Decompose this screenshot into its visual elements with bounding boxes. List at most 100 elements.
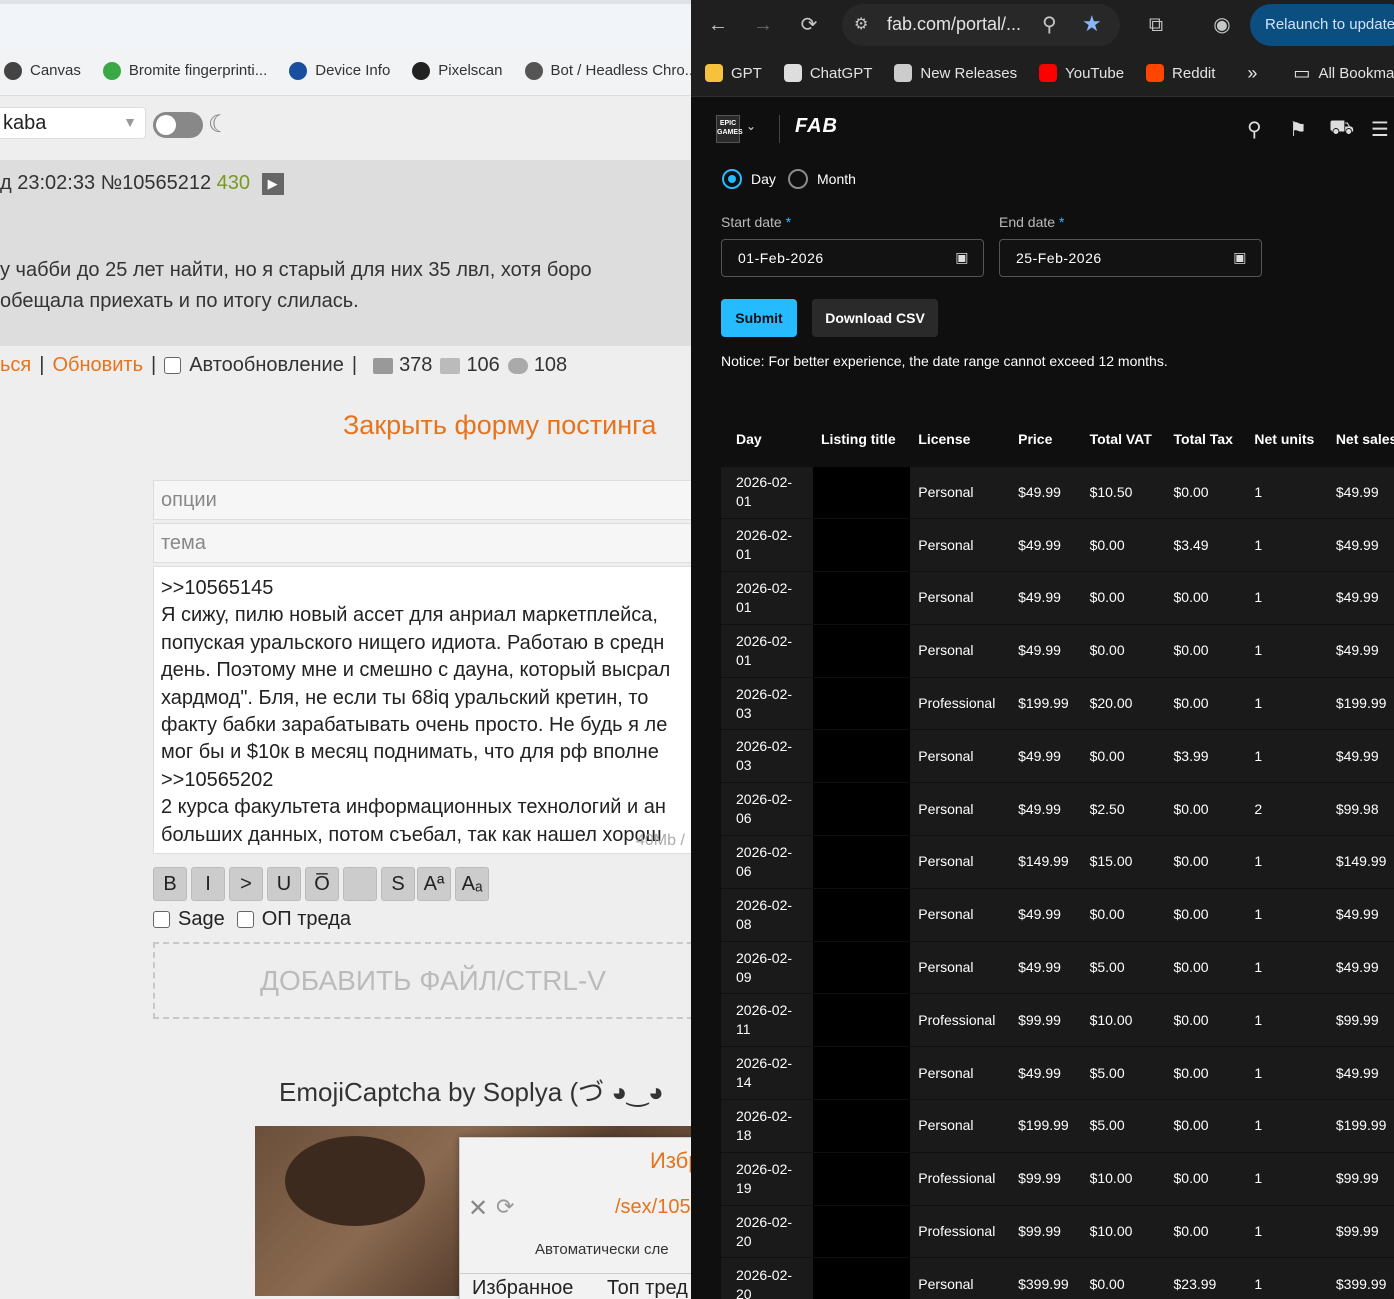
table-row[interactable]: 2026-02-06 Personal $49.99 $2.50 $0.00 2 $99.9…	[721, 782, 1394, 836]
bookmark-item[interactable]: GPT	[705, 64, 762, 82]
url-text: fab.com/portal/...	[887, 14, 1022, 34]
star-icon[interactable]: ★	[1082, 11, 1102, 37]
all-bookmarks[interactable]: ▭ All Bookma	[1293, 63, 1394, 84]
download-csv-button[interactable]: Download CSV	[812, 299, 938, 337]
chevron-down-icon[interactable]: ⌄	[746, 119, 756, 133]
calendar-icon[interactable]: ▣	[1233, 249, 1247, 266]
address-bar[interactable]: ⚙ fab.com/portal/... ⚲ ★	[842, 4, 1120, 46]
table-cell: 1	[1246, 887, 1328, 942]
format-button[interactable]: O̅	[305, 867, 339, 901]
column-header[interactable]: Total VAT	[1082, 414, 1166, 466]
forward-icon[interactable]: →	[748, 10, 778, 40]
table-row[interactable]: 2026-02-01 Personal $49.99 $10.50 $0.00 1 $49.…	[721, 465, 1394, 519]
radio-month[interactable]	[788, 169, 808, 189]
start-date-input[interactable]: 01-Feb-2026 ▣	[721, 239, 984, 277]
table-row[interactable]: 2026-02-03 Professional $199.99 $20.00 $0.00…	[721, 676, 1394, 730]
column-header[interactable]: Net sales	[1328, 414, 1394, 466]
table-row[interactable]: 2026-02-18 Personal $199.99 $5.00 $0.00 1 $199…	[721, 1099, 1394, 1153]
relaunch-button[interactable]: Relaunch to update	[1250, 4, 1394, 46]
menu-icon[interactable]: ☰	[1371, 117, 1389, 142]
table-row[interactable]: 2026-02-06 Personal $149.99 $15.00 $0.00 1 $14…	[721, 835, 1394, 889]
popup-thread-link[interactable]: /sex/105	[615, 1196, 691, 1219]
table-cell: $0.00	[1165, 940, 1247, 994]
reload-icon[interactable]: ⟳	[794, 10, 824, 40]
table-row[interactable]: 2026-02-14 Personal $49.99 $5.00 $0.00 1 $49.9…	[721, 1046, 1394, 1100]
column-header[interactable]: Total Tax	[1166, 414, 1247, 466]
column-header[interactable]: Net units	[1246, 414, 1327, 466]
bookmark-item[interactable]: Bot / Headless Chro...	[524, 61, 691, 80]
options-field[interactable]: опции	[153, 480, 691, 520]
favorites-popup: Избр ✕ ⟳ /sex/105 Автоматически сле Избр…	[459, 1137, 691, 1299]
table-row[interactable]: 2026-02-11 Professional $99.99 $10.00 $0.00 1…	[721, 993, 1394, 1047]
close-icon[interactable]: ✕	[468, 1194, 488, 1223]
table-row[interactable]: 2026-02-03 Personal $49.99 $0.00 $3.99 1 $49.9…	[721, 729, 1394, 783]
refresh-link[interactable]: Обновить	[52, 354, 143, 377]
format-button[interactable]: B	[153, 867, 187, 901]
format-button[interactable]: U	[267, 867, 301, 901]
format-button[interactable]: >	[229, 867, 263, 901]
calendar-icon[interactable]: ▣	[955, 249, 969, 266]
post-number[interactable]: №10565212	[101, 172, 211, 194]
back-link[interactable]: ься	[0, 354, 31, 377]
tab-favorites[interactable]: Избранное	[472, 1277, 573, 1299]
table-row[interactable]: 2026-02-19 Professional $99.99 $10.00 $0.00 1…	[721, 1151, 1394, 1206]
column-header[interactable]: Day	[721, 414, 813, 466]
table-row[interactable]: 2026-02-01 Personal $49.99 $0.00 $0.00 1 $49.9…	[721, 571, 1394, 625]
table-cell: $49.99	[1010, 887, 1082, 942]
table-cell: Personal	[910, 940, 1011, 994]
search-icon[interactable]: ⚲	[1247, 117, 1262, 142]
table-row[interactable]: 2026-02-01 Personal $49.99 $0.00 $0.00 1 $49.9…	[721, 623, 1394, 678]
file-dropzone[interactable]: ДОБАВИТЬ ФАЙЛ/CTRL-V	[153, 942, 691, 1019]
subject-field[interactable]: тема	[153, 523, 691, 563]
table-row[interactable]: 2026-02-20 Personal $399.99 $0.00 $23.99 1 $39…	[721, 1257, 1394, 1299]
profile-icon[interactable]: ◉	[1207, 10, 1237, 40]
message-textarea[interactable]: >>10565145 Я сижу, пилю новый ассет для …	[153, 566, 691, 854]
column-header[interactable]: Price	[1010, 414, 1081, 466]
table-cell: 1	[1246, 623, 1328, 678]
table-row[interactable]: 2026-02-09 Personal $49.99 $5.00 $0.00 1 $49.9…	[721, 940, 1394, 994]
table-row[interactable]: 2026-02-01 Personal $49.99 $0.00 $3.49 1 $49.9…	[721, 518, 1394, 572]
back-icon[interactable]: ←	[703, 10, 733, 40]
column-header[interactable]: Listing title	[813, 414, 910, 466]
bookmark-item[interactable]: Reddit	[1146, 64, 1215, 82]
play-icon[interactable]: ▶	[261, 172, 284, 195]
bookmark-item[interactable]: Canvas	[4, 61, 81, 80]
format-button[interactable]: I	[191, 867, 225, 901]
epic-games-logo[interactable]: EPIC GAMES	[716, 115, 743, 143]
op-checkbox[interactable]	[236, 911, 254, 928]
table-row[interactable]: 2026-02-08 Personal $49.99 $0.00 $0.00 1 $49.9…	[721, 887, 1394, 942]
bookmark-item[interactable]: New Releases	[894, 64, 1017, 82]
bookmark-item[interactable]: Pixelscan	[412, 61, 503, 80]
table-row[interactable]: 2026-02-20 Professional $99.99 $10.00 $0.00 1…	[721, 1204, 1394, 1258]
close-form-link[interactable]: Закрыть форму постинга	[343, 410, 656, 441]
format-button[interactable]: Aª	[417, 867, 451, 901]
bookmark-item[interactable]: ChatGPT	[783, 64, 872, 82]
board-select[interactable]: kaba ▼	[0, 107, 146, 139]
radio-day[interactable]	[722, 169, 742, 189]
table-cell: 2026-02-06	[721, 835, 813, 889]
tab-top-threads[interactable]: Топ тред	[607, 1277, 688, 1299]
sage-checkbox[interactable]	[153, 911, 170, 928]
refresh-icon[interactable]: ⟳	[496, 1194, 514, 1220]
format-button[interactable]: Aₐ	[455, 867, 489, 901]
theme-toggle[interactable]	[153, 112, 203, 138]
bookmark-icon[interactable]: ⚑	[1289, 117, 1307, 142]
cart-icon[interactable]: ⛟	[1329, 117, 1354, 142]
bookmark-item[interactable]: Device Info	[289, 61, 390, 80]
table-cell: $3.99	[1165, 729, 1247, 783]
fab-logo[interactable]: FAB	[795, 115, 838, 138]
site-info-icon[interactable]: ⚙	[854, 14, 868, 34]
format-button[interactable]: S	[381, 867, 415, 901]
table-cell: 2026-02-08	[721, 887, 813, 942]
extensions-icon[interactable]: ⧉	[1141, 10, 1171, 40]
zoom-icon[interactable]: ⚲	[1042, 12, 1057, 37]
autoupdate-checkbox[interactable]	[164, 357, 182, 374]
bookmark-item[interactable]: Bromite fingerprinti...	[102, 61, 267, 80]
column-header[interactable]: License	[910, 414, 1010, 466]
bookmark-item[interactable]: YouTube	[1039, 64, 1124, 82]
format-button[interactable]	[343, 867, 377, 901]
redacted-cell	[813, 465, 911, 519]
end-date-input[interactable]: 25-Feb-2026 ▣	[999, 239, 1262, 277]
more-bookmarks-icon[interactable]: »	[1247, 63, 1257, 84]
submit-button[interactable]: Submit	[721, 299, 797, 337]
